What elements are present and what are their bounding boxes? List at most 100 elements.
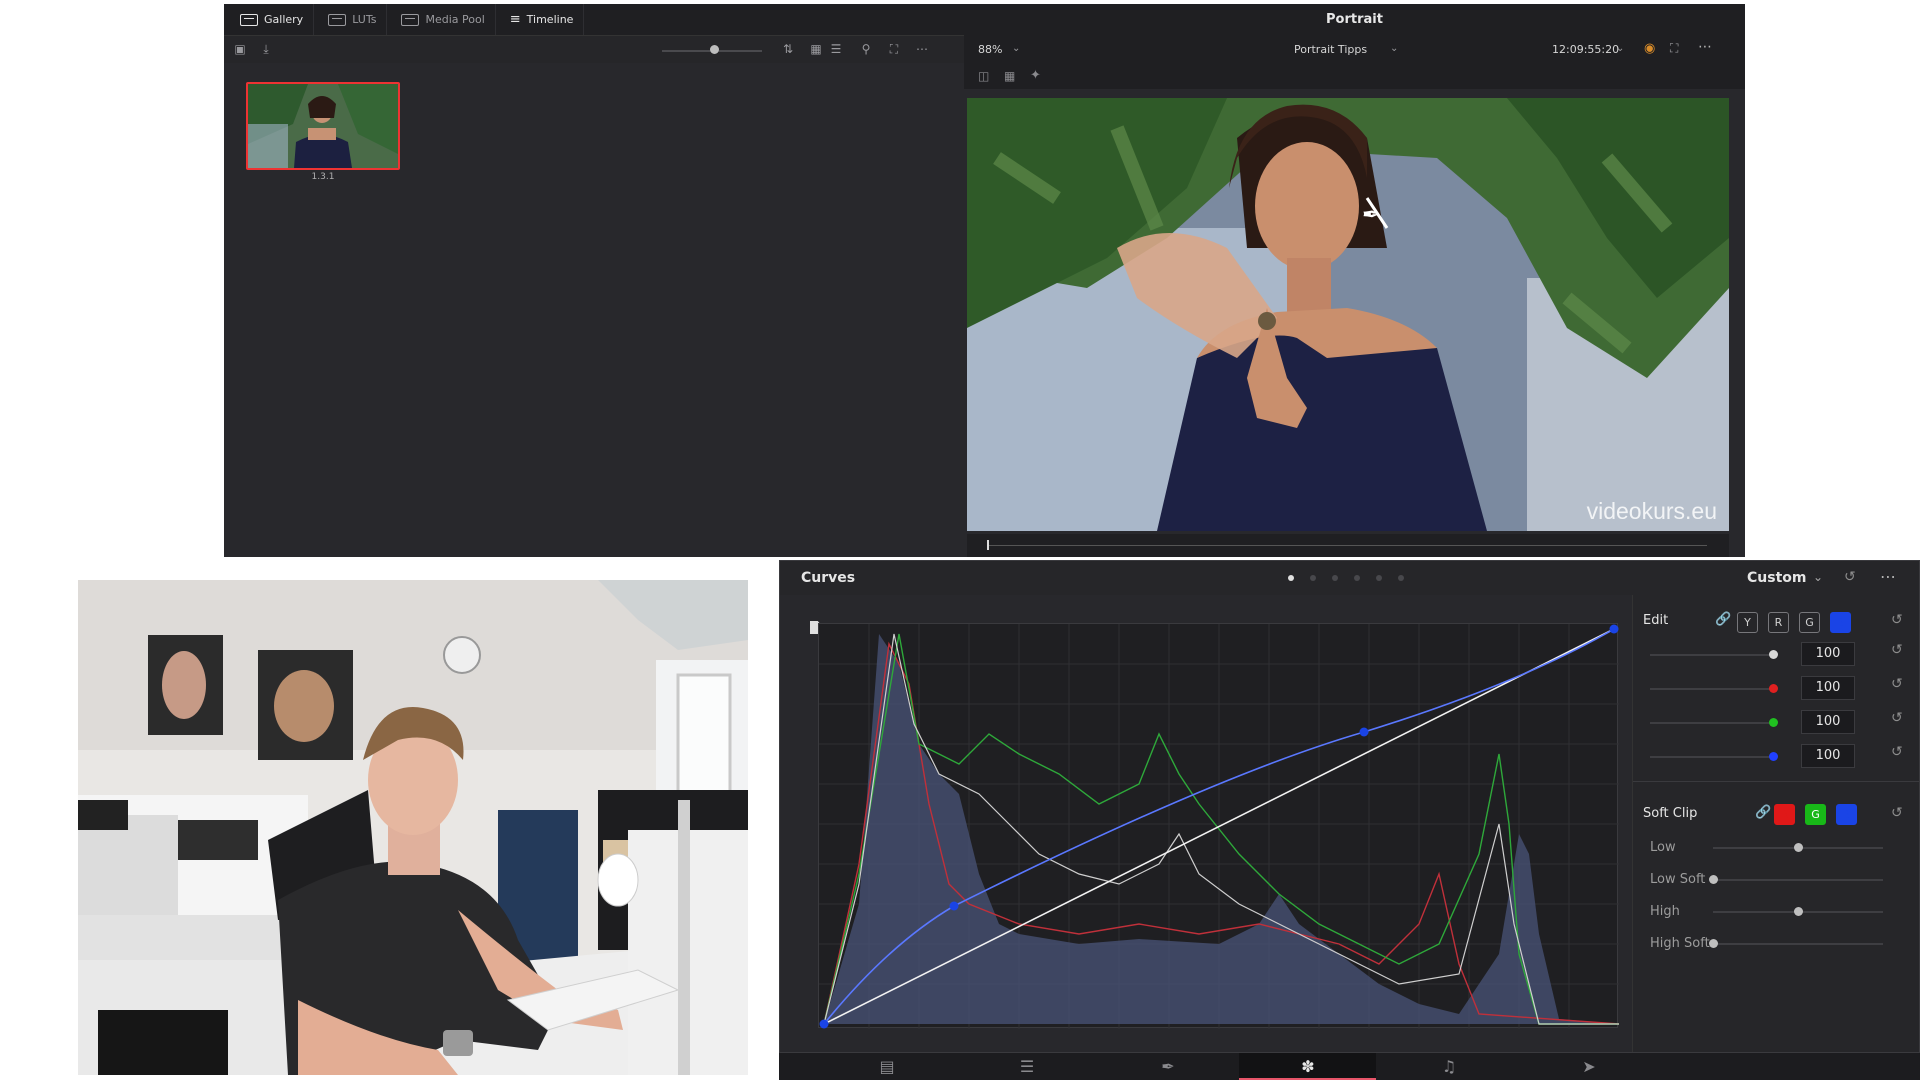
viewer-image[interactable]: ✒ videokurs.eu: [967, 98, 1729, 531]
list-view-icon[interactable]: ☰: [828, 42, 844, 56]
timecode-display[interactable]: 12:09:55:20: [1552, 43, 1619, 56]
fairlight-page-icon[interactable]: ♫: [1429, 1057, 1469, 1077]
curves-page-dot[interactable]: [1332, 575, 1338, 581]
channel-button-r[interactable]: R: [1768, 612, 1789, 633]
reset-icon[interactable]: ↺: [1891, 612, 1903, 628]
curves-panel: Curves Custom ⌄ ↺ ⋯ Edit 🔗 Y R G B ↺ 100…: [779, 560, 1920, 1053]
intensity-slider-b[interactable]: [1650, 756, 1772, 758]
intensity-value-r[interactable]: 100: [1801, 676, 1855, 700]
viewer-title: Portrait: [964, 4, 1745, 35]
gallery-still-thumbnail[interactable]: [246, 82, 400, 170]
qualifier-picker-icon[interactable]: ✦: [1030, 68, 1041, 83]
viewer-toolbar: 88% ⌄ Portrait Tipps ⌄ 12:09:55:20 ⌄ ◉ ⛶…: [964, 35, 1745, 65]
split-view-icon[interactable]: ◫: [978, 69, 989, 83]
soft-clip-button-g[interactable]: G: [1805, 804, 1826, 825]
intensity-value-y[interactable]: 100: [1801, 642, 1855, 666]
curves-page-dot[interactable]: [1398, 575, 1404, 581]
soft-clip-low-soft-slider[interactable]: [1713, 879, 1883, 881]
channel-button-y[interactable]: Y: [1737, 612, 1758, 633]
intensity-slider-y[interactable]: [1650, 654, 1772, 656]
soft-clip-high-soft-label: High Soft: [1650, 936, 1710, 951]
reset-icon[interactable]: ↺: [1891, 642, 1903, 658]
grid-view-icon[interactable]: ▦: [808, 42, 824, 56]
scrubber-track[interactable]: [987, 545, 1707, 546]
intensity-slider-g[interactable]: [1650, 722, 1772, 724]
intensity-knob-g[interactable]: [1769, 718, 1778, 727]
chevron-down-icon[interactable]: ⌄: [1813, 570, 1823, 584]
viewer-scrubber[interactable]: [967, 534, 1729, 557]
channel-button-g[interactable]: G: [1799, 612, 1820, 633]
intensity-slider-r[interactable]: [1650, 688, 1772, 690]
tab-gallery-label: Gallery: [264, 13, 304, 26]
intensity-value-b[interactable]: 100: [1801, 744, 1855, 768]
tab-gallery[interactable]: Gallery: [230, 4, 315, 35]
viewer-more-icon[interactable]: ⋯: [1698, 39, 1712, 55]
presenter-image: [78, 580, 748, 1075]
soft-clip-high-soft-knob[interactable]: [1709, 939, 1718, 948]
curve-point[interactable]: [1609, 624, 1619, 634]
sort-icon[interactable]: ⇅: [780, 42, 796, 56]
cut-page-icon[interactable]: ▤: [867, 1057, 907, 1077]
soft-clip-button-r[interactable]: R: [1774, 804, 1795, 825]
edit-page-icon[interactable]: ☰: [1007, 1057, 1047, 1077]
fusion-page-icon[interactable]: ✒: [1148, 1057, 1188, 1077]
tab-timeline[interactable]: ≡ Timeline: [500, 4, 585, 35]
soft-clip-button-b[interactable]: B: [1836, 804, 1857, 825]
reset-icon[interactable]: ↺: [1891, 676, 1903, 692]
link-icon[interactable]: 🔗: [1755, 805, 1771, 820]
channel-button-b[interactable]: B: [1830, 612, 1851, 633]
thumbnail-size-knob[interactable]: [710, 45, 719, 54]
tab-media-pool[interactable]: Media Pool: [391, 4, 496, 35]
soft-clip-low-soft-label: Low Soft: [1650, 872, 1706, 887]
soft-clip-high-knob[interactable]: [1794, 907, 1803, 916]
soft-clip-low-knob[interactable]: [1794, 843, 1803, 852]
search-icon[interactable]: ⚲: [858, 42, 874, 56]
deliver-page-icon[interactable]: ➤: [1569, 1057, 1609, 1077]
chevron-down-icon[interactable]: ⌄: [1012, 43, 1020, 54]
fullscreen-icon[interactable]: ⛶: [886, 42, 902, 56]
intensity-knob-y[interactable]: [1769, 650, 1778, 659]
curves-page-dot[interactable]: [1354, 575, 1360, 581]
intensity-knob-r[interactable]: [1769, 684, 1778, 693]
curve-point[interactable]: [949, 901, 959, 911]
watermark: videokurs.eu: [1586, 498, 1717, 524]
wipe-icon[interactable]: ▦: [1004, 69, 1015, 83]
chevron-down-icon[interactable]: ⌄: [1390, 43, 1398, 54]
soft-clip-low-soft-knob[interactable]: [1709, 875, 1718, 884]
curves-header: Curves Custom ⌄ ↺ ⋯: [780, 561, 1919, 595]
intensity-knob-b[interactable]: [1769, 752, 1778, 761]
gallery-tab-bar: Gallery LUTs Media Pool ≡ Timeline: [224, 4, 964, 35]
gallery-area: 1.3.1: [224, 63, 964, 557]
media-pool-icon: [401, 13, 420, 26]
sidebar-toggle-icon[interactable]: ▣: [232, 42, 248, 56]
curve-point[interactable]: [819, 1019, 829, 1029]
intensity-value-g[interactable]: 100: [1801, 710, 1855, 734]
color-page-icon[interactable]: ✽: [1288, 1057, 1328, 1077]
enhanced-viewer-icon[interactable]: ⛶: [1670, 41, 1678, 56]
reset-icon[interactable]: ↺: [1844, 569, 1856, 585]
curves-page-dot[interactable]: [1288, 575, 1294, 581]
curve-point[interactable]: [1359, 727, 1369, 737]
curves-page-dot[interactable]: [1376, 575, 1382, 581]
curves-mode-dropdown[interactable]: Custom: [1747, 570, 1806, 586]
tab-luts[interactable]: LUTs: [318, 4, 388, 35]
more-options-icon[interactable]: ⋯: [1880, 567, 1897, 586]
playhead[interactable]: [987, 540, 989, 550]
clip-name-dropdown[interactable]: Portrait Tipps: [1294, 43, 1367, 56]
still-label: 1.3.1: [311, 172, 335, 182]
curves-page-dot[interactable]: [1310, 575, 1316, 581]
soft-clip-high-label: High: [1650, 904, 1680, 919]
tab-luts-label: LUTs: [352, 13, 377, 26]
more-options-icon[interactable]: ⋯: [914, 42, 930, 56]
reset-icon[interactable]: ↺: [1891, 744, 1903, 760]
reset-icon[interactable]: ↺: [1891, 710, 1903, 726]
soft-clip-high-soft-slider[interactable]: [1713, 943, 1883, 945]
highlight-toggle-icon[interactable]: ◉: [1644, 41, 1655, 56]
grab-still-icon[interactable]: ⤓: [258, 42, 274, 56]
reset-icon[interactable]: ↺: [1891, 805, 1903, 821]
viewer-frame: [967, 98, 1729, 531]
link-icon[interactable]: 🔗: [1715, 612, 1731, 627]
curve-graph[interactable]: [818, 623, 1620, 1029]
chevron-down-icon[interactable]: ⌄: [1616, 43, 1624, 54]
viewer-zoom-dropdown[interactable]: 88%: [978, 43, 1002, 56]
